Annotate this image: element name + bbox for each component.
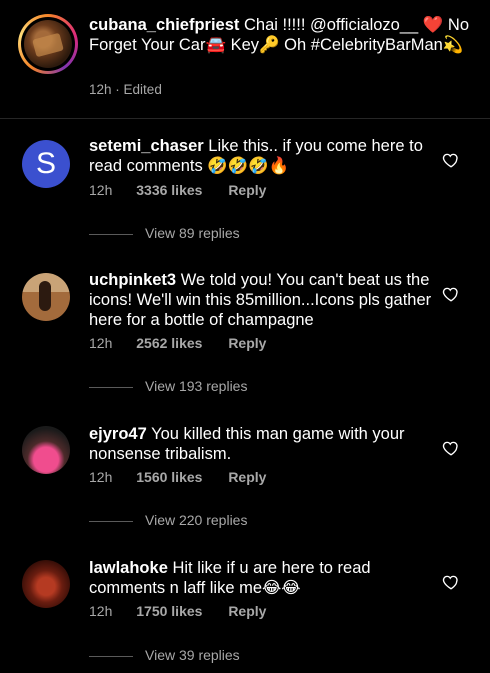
avatar[interactable]	[22, 560, 70, 608]
heart-outline-icon[interactable]	[442, 285, 460, 303]
comment-text: setemi_chaser Like this.. if you come he…	[89, 136, 434, 176]
comment-time: 12h	[89, 335, 113, 351]
comment-text: uchpinket3 We told you! You can't beat u…	[89, 270, 434, 330]
view-replies-label: View 220 replies	[145, 512, 248, 528]
comment-likes[interactable]: 1560 likes	[136, 469, 202, 485]
view-replies-label: View 89 replies	[145, 225, 240, 241]
view-replies-label: View 193 replies	[145, 378, 248, 394]
comment-time: 12h	[89, 469, 113, 485]
view-replies-button[interactable]: View 39 replies	[89, 647, 240, 663]
view-replies-button[interactable]: View 220 replies	[89, 512, 247, 528]
replies-line	[89, 520, 133, 522]
post-caption: cubana_chiefpriest Chai !!!!! @officialo…	[0, 0, 490, 118]
reply-button[interactable]: Reply	[228, 182, 266, 198]
comment-time: 12h	[89, 182, 113, 198]
comment-username[interactable]: uchpinket3	[89, 271, 176, 289]
heart-outline-icon[interactable]	[442, 439, 460, 457]
comment-time: 12h	[89, 603, 113, 619]
replies-line	[89, 655, 133, 657]
comment-likes[interactable]: 3336 likes	[136, 182, 202, 198]
heart-outline-icon[interactable]	[442, 151, 460, 169]
comment-likes[interactable]: 2562 likes	[136, 335, 202, 351]
replies-line	[89, 386, 133, 388]
comment-text: ejyro47 You killed this man game with yo…	[89, 424, 434, 464]
caption-text: cubana_chiefpriest Chai !!!!! @officialo…	[89, 15, 469, 55]
comment-text: lawlahoke Hit like if u are here to read…	[89, 558, 434, 598]
comment-likes[interactable]: 1750 likes	[136, 603, 202, 619]
comment-meta: 12h 2562 likes Reply	[89, 335, 266, 351]
caption-username[interactable]: cubana_chiefpriest	[89, 16, 239, 34]
comment-meta: 12h 1560 likes Reply	[89, 469, 266, 485]
comment-meta: 12h 1750 likes Reply	[89, 603, 266, 619]
view-replies-button[interactable]: View 193 replies	[89, 378, 247, 394]
reply-button[interactable]: Reply	[228, 335, 266, 351]
avatar[interactable]	[22, 273, 70, 321]
comment-meta: 12h 3336 likes Reply	[89, 182, 266, 198]
divider	[0, 118, 490, 119]
avatar-letter: S	[35, 147, 56, 180]
comment-username[interactable]: lawlahoke	[89, 559, 168, 577]
heart-outline-icon[interactable]	[442, 573, 460, 591]
reply-button[interactable]: Reply	[228, 469, 266, 485]
view-replies-button[interactable]: View 89 replies	[89, 225, 240, 241]
comment-username[interactable]: ejyro47	[89, 425, 147, 443]
caption-time: 12h	[89, 82, 112, 97]
replies-line	[89, 233, 133, 235]
avatar[interactable]	[22, 426, 70, 474]
caption-meta: 12h · Edited	[89, 82, 162, 97]
comment-username[interactable]: setemi_chaser	[89, 137, 204, 155]
caption-edited: · Edited	[115, 82, 162, 97]
post-author-avatar[interactable]	[18, 14, 78, 74]
reply-button[interactable]: Reply	[228, 603, 266, 619]
view-replies-label: View 39 replies	[145, 647, 240, 663]
avatar[interactable]: S	[22, 140, 70, 188]
